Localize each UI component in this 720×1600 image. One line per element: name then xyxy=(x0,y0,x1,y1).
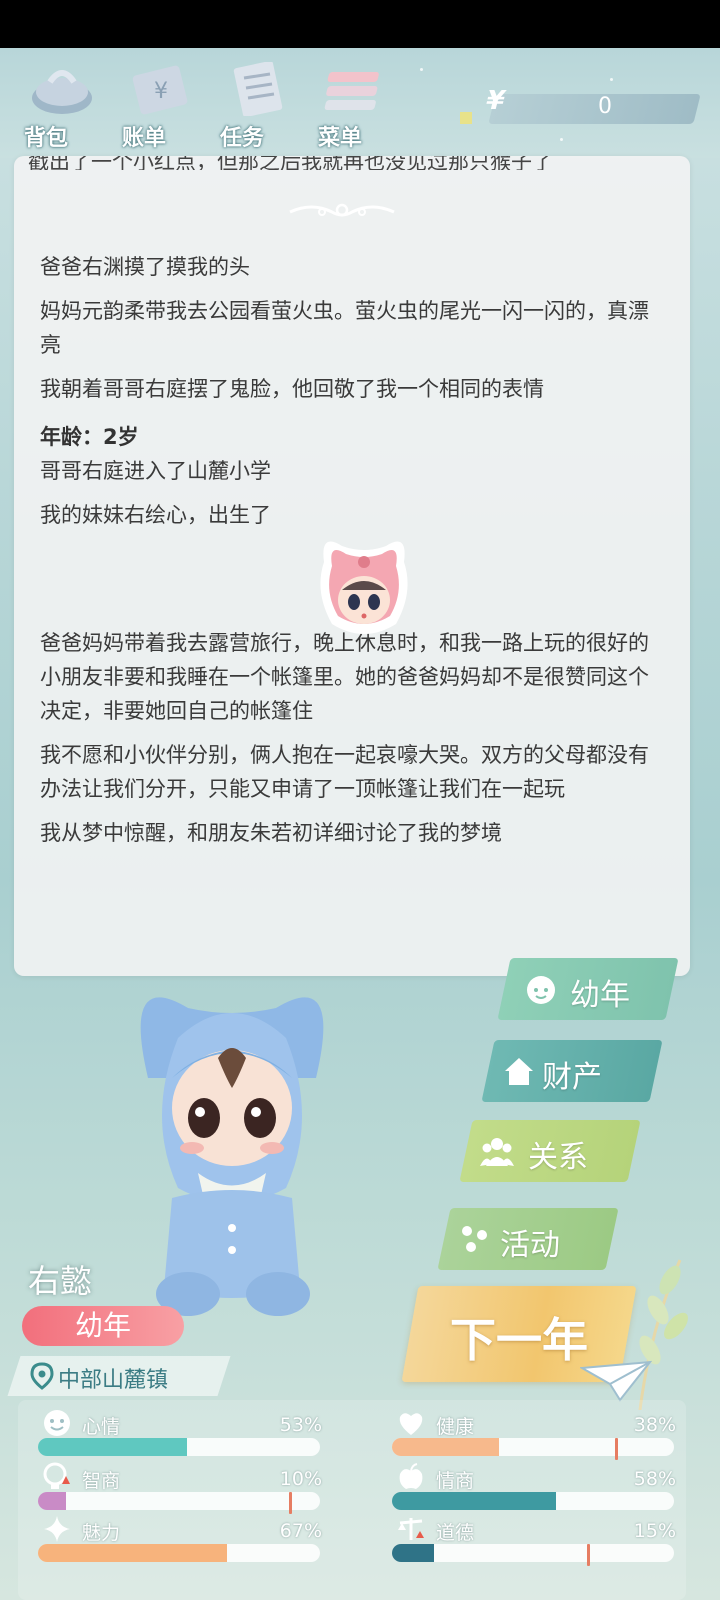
stat-percent: 67% xyxy=(279,1520,322,1542)
location-text: 中部山麓镇 xyxy=(58,1368,169,1393)
stat-eq: 情商 58% xyxy=(390,1462,680,1514)
bag-button[interactable]: 背包 xyxy=(14,58,104,151)
stat-fill xyxy=(392,1438,499,1456)
stat-bar xyxy=(392,1544,674,1562)
log-entry: 我从梦中惊醒，和朋友朱若初详细讨论了我的梦境 xyxy=(40,821,502,845)
log-entry: 妈妈元韵柔带我去公园看萤火虫。萤火虫的尾光一闪一闪的，真漂亮 xyxy=(40,299,649,357)
stat-marker xyxy=(289,1492,292,1514)
log-entry: 爸爸右渊摸了摸我的头 xyxy=(40,255,250,279)
bulb-icon xyxy=(43,1462,70,1489)
stat-bar xyxy=(392,1492,674,1510)
stat-percent: 38% xyxy=(633,1414,676,1436)
age-heading: 年龄：2岁 xyxy=(40,425,139,449)
activity-button-label: 活动 xyxy=(500,1228,560,1263)
stat-label: 魅力 xyxy=(82,1522,121,1544)
player-character xyxy=(140,997,324,1316)
stat-morality: 道德 15% xyxy=(390,1514,680,1566)
house-icon xyxy=(505,1058,533,1085)
status-bar xyxy=(0,0,720,48)
life-stage-badge: 幼年 xyxy=(22,1306,184,1346)
stat-percent: 10% xyxy=(279,1468,322,1490)
stat-bar xyxy=(392,1438,674,1456)
stat-bar xyxy=(38,1544,320,1562)
stat-label: 情商 xyxy=(436,1470,475,1492)
stat-label: 心情 xyxy=(82,1416,121,1438)
ornament-divider xyxy=(289,203,395,217)
stat-fill xyxy=(392,1544,434,1562)
menu-icon xyxy=(324,72,379,110)
smile-icon xyxy=(44,1410,70,1436)
scale-icon xyxy=(398,1518,424,1540)
property-button-label: 财产 xyxy=(542,1060,602,1095)
log-entry: 我的妹妹右绘心，出生了 xyxy=(40,503,271,527)
baby-face-icon xyxy=(527,976,555,1004)
money-value: 0 xyxy=(598,94,612,119)
bill-icon: ¥ xyxy=(132,65,188,115)
bill-button[interactable]: ¥ 账单 xyxy=(112,58,202,151)
relations-button[interactable]: 关系 xyxy=(459,1120,641,1182)
stat-fill xyxy=(38,1438,187,1456)
stat-mood: 心情 53% xyxy=(36,1408,326,1460)
stat-charm: 魅力 67% xyxy=(36,1514,326,1566)
stage-button[interactable]: 幼年 xyxy=(497,958,679,1020)
location-pin-icon xyxy=(30,1362,54,1390)
activity-icon xyxy=(462,1226,487,1252)
task-label: 任务 xyxy=(220,126,265,151)
sibling-avatar xyxy=(320,541,408,634)
character-name: 右懿 xyxy=(28,1262,93,1300)
stat-iq: 智商 10% xyxy=(36,1462,326,1514)
stat-fill xyxy=(38,1492,66,1510)
apple-icon xyxy=(399,1463,423,1489)
property-button[interactable]: 财产 xyxy=(481,1040,663,1102)
log-entry: 我朝着哥哥右庭摆了鬼脸，他回敬了我一个相同的表情 xyxy=(40,377,544,401)
log-entry: 哥哥右庭进入了山麓小学 xyxy=(40,459,271,483)
task-icon xyxy=(233,62,283,116)
stat-fill xyxy=(38,1544,227,1562)
stat-label: 健康 xyxy=(436,1416,475,1438)
stage-button-label: 幼年 xyxy=(570,978,630,1013)
menu-button[interactable]: 菜单 xyxy=(308,58,398,151)
money-display: ¥ 0 xyxy=(460,86,701,126)
svg-text:¥: ¥ xyxy=(154,79,168,104)
stat-percent: 53% xyxy=(279,1414,322,1436)
heart-icon xyxy=(399,1413,423,1435)
stat-fill xyxy=(392,1492,556,1510)
next-year-label: 下一年 xyxy=(450,1313,588,1367)
stat-label: 智商 xyxy=(82,1470,121,1492)
task-button[interactable]: 任务 xyxy=(210,58,300,151)
stat-health: 健康 38% xyxy=(390,1408,680,1460)
stat-percent: 15% xyxy=(633,1520,676,1542)
stat-percent: 58% xyxy=(633,1468,676,1490)
stats-panel: 心情 53% 健康 38% 智商 10% 情商 58% 魅力 67% 道德 15… xyxy=(18,1400,686,1600)
stat-bar xyxy=(38,1492,320,1510)
stat-label: 道德 xyxy=(436,1522,475,1544)
location-tag: 中部山麓镇 xyxy=(7,1356,231,1396)
log-entry: 我不愿和小伙伴分别，俩人抱在一起哀嚎大哭。双方的父母都没有办法让我们分开，只能又… xyxy=(40,743,649,801)
stat-bar xyxy=(38,1438,320,1456)
stat-marker xyxy=(615,1438,618,1460)
bag-label: 背包 xyxy=(24,126,69,151)
log-cut-line: 戳出了一个小红点，但那之后我就再也没见过那只猴子了 xyxy=(28,156,553,170)
menu-label: 菜单 xyxy=(318,126,363,151)
sparkle-icon xyxy=(44,1516,70,1542)
stat-marker xyxy=(587,1544,590,1566)
relations-button-label: 关系 xyxy=(528,1140,588,1175)
people-icon xyxy=(480,1138,514,1166)
bill-label: 账单 xyxy=(122,126,167,151)
paper-plane-icon xyxy=(580,1360,652,1402)
bag-icon xyxy=(32,70,92,114)
